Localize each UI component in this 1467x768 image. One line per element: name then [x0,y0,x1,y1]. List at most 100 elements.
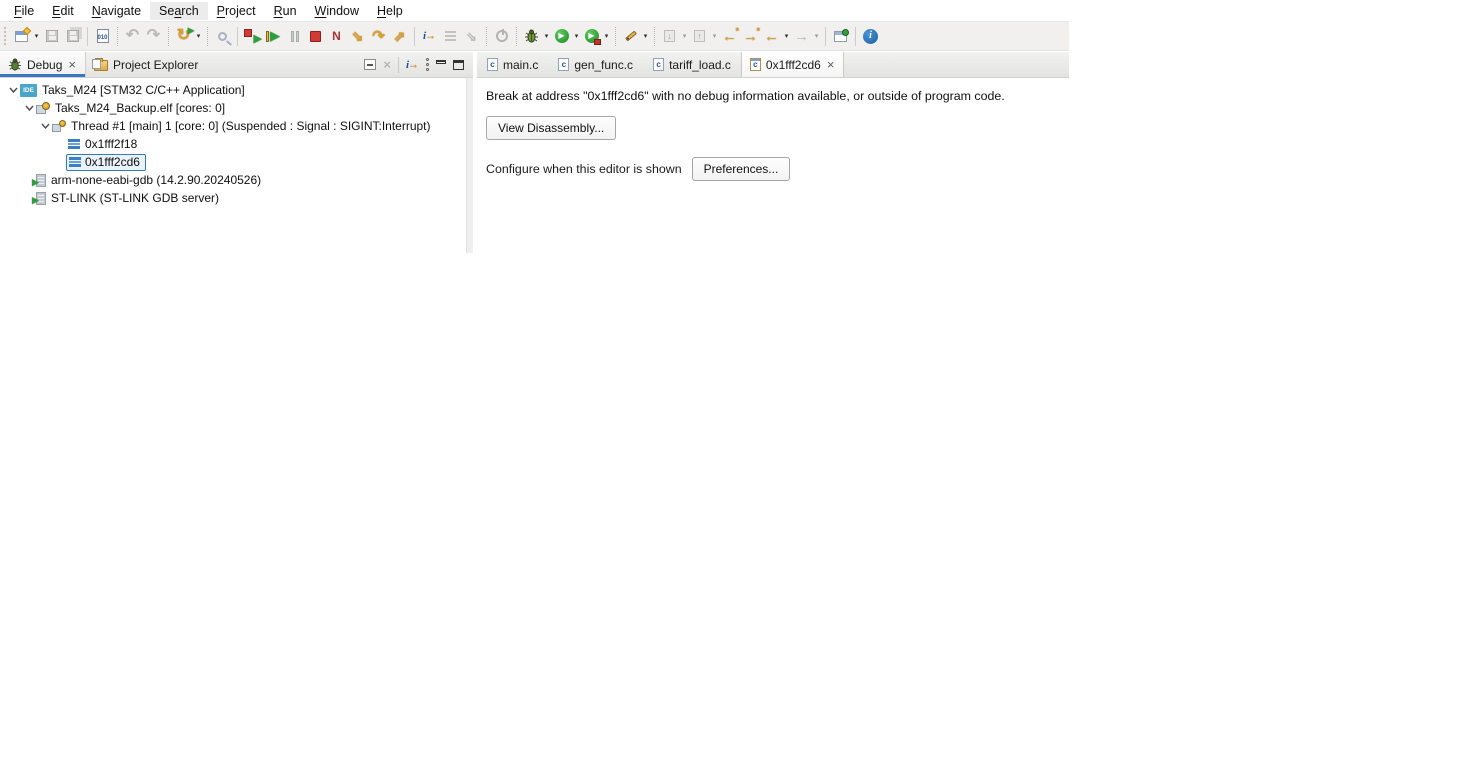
previous-annotation-icon: ↑ [694,30,705,42]
redo-button[interactable]: ↷ [144,27,163,46]
step-return-button[interactable]: ⇗ [390,27,409,46]
save-all-icon [66,30,79,42]
step-filters-button[interactable] [441,27,460,46]
editor-area: c main.c c gen_func.c c tariff_load.c c … [477,52,1069,181]
run-launch-button[interactable]: ▶ [552,27,571,46]
information-button[interactable]: i [861,27,880,46]
selected-frame-box: 0x1fff2cd6 [66,153,146,171]
collapse-all-button[interactable] [364,59,377,70]
debug-bug-icon [525,29,538,42]
save-button[interactable] [42,27,61,46]
save-icon [45,30,58,42]
next-annotation-dropdown[interactable]: ▾ [680,32,689,40]
maximize-view-button[interactable] [453,59,464,70]
forward-button[interactable]: → [792,27,811,46]
search-button[interactable] [213,27,232,46]
restart-button[interactable]: ⇘ [462,27,481,46]
refresh-launch-dropdown[interactable]: ▾ [194,32,203,40]
debug-view-scrollbar[interactable] [466,78,473,253]
menu-edit[interactable]: Edit [43,2,83,20]
back-dropdown[interactable]: ▾ [782,32,791,40]
pin-editor-button[interactable] [831,27,850,46]
next-edit-location-button[interactable]: → * [741,26,760,46]
build-button[interactable]: 010 [93,27,112,46]
connect-target-button[interactable] [492,27,511,46]
run-launch-dropdown[interactable]: ▾ [572,32,581,40]
previous-annotation-button[interactable]: ↑ [690,27,709,46]
terminate-relaunch-button[interactable]: ▶ [243,27,262,46]
resume-button[interactable]: ▶ [264,27,283,46]
next-annotation-icon: ↓ [664,30,675,42]
tab-tariff-load-c[interactable]: c tariff_load.c [643,52,741,77]
new-window-icon [15,26,32,42]
forward-dropdown[interactable]: ▾ [812,32,821,40]
editor-tabbar: c main.c c gen_func.c c tariff_load.c c … [477,52,1069,78]
view-menu-button[interactable] [426,58,429,71]
debug-bug-icon [8,57,22,72]
menu-search[interactable]: Search [150,1,208,20]
tab-debug[interactable]: Debug × [0,52,86,77]
stack-frame-icon [68,139,80,149]
menubar: File Edit Navigate Search Project Run Wi… [0,0,1069,21]
debug-tree: IDE Taks_M24 [STM32 C/C++ Application] T… [0,78,466,207]
step-over-button[interactable]: ↷ [369,27,388,46]
tab-0x1fff2cd6[interactable]: c 0x1fff2cd6 × [740,52,845,77]
menu-project[interactable]: Project [208,2,265,20]
menu-file[interactable]: File [5,2,43,20]
external-tools-button[interactable]: ▶ [582,27,601,46]
break-message: Break at address "0x1fff2cd6" with no de… [486,89,1005,103]
stm32-launch-icon: IDE [20,83,37,97]
stack-frame-icon [69,157,81,167]
remove-all-terminated-button[interactable]: × [383,57,391,72]
external-tools-dropdown[interactable]: ▾ [602,32,611,40]
undo-button[interactable]: ↶ [123,27,142,46]
marker-pen-dropdown[interactable]: ▾ [641,32,650,40]
tree-row-stlink-process[interactable]: ▶ ST-LINK (ST-LINK GDB server) [0,189,466,207]
next-annotation-button[interactable]: ↓ [660,27,679,46]
chevron-expanded-icon[interactable] [6,87,20,93]
chevron-expanded-icon[interactable] [38,123,52,129]
disconnect-button[interactable]: N [327,27,346,46]
c-editor-icon: c [749,58,761,71]
menu-navigate[interactable]: Navigate [83,2,150,20]
menu-help[interactable]: Help [368,2,412,20]
tab-debug-label: Debug [27,57,63,72]
save-all-button[interactable] [63,27,82,46]
tab-project-explorer[interactable]: Project Explorer [86,52,206,77]
instruction-stepping-button[interactable]: i → [420,27,439,46]
tab-gen-func-c-label: gen_func.c [574,57,634,72]
new-wizard-button[interactable] [12,26,32,46]
refresh-launch-button[interactable]: ↻ ▶ [174,26,194,46]
previous-annotation-dropdown[interactable]: ▾ [710,32,719,40]
marker-pen-button[interactable] [621,27,640,46]
tree-row-stack-frame[interactable]: 0x1fff2f18 [0,135,466,153]
tree-row-thread[interactable]: Thread #1 [main] 1 [core: 0] (Suspended … [0,117,466,135]
tree-row-gdb-process[interactable]: ▶ arm-none-eabi-gdb (14.2.90.20240526) [0,171,466,189]
previous-edit-location-button[interactable]: ← * [720,26,739,46]
tab-close-icon[interactable]: × [826,58,836,71]
tree-row-elf[interactable]: Taks_M24_Backup.elf [cores: 0] [0,99,466,117]
tree-row-launch-config[interactable]: IDE Taks_M24 [STM32 C/C++ Application] [0,81,466,99]
new-wizard-dropdown[interactable]: ▾ [32,32,41,40]
debug-launch-button[interactable] [522,27,541,46]
chevron-expanded-icon[interactable] [22,105,36,111]
tree-row-stack-frame-selected[interactable]: 0x1fff2cd6 [0,153,466,171]
debug-launch-dropdown[interactable]: ▾ [542,32,551,40]
power-icon [495,29,508,42]
main-toolbar: ▾ 010 ↶ ↷ ↻ ▶ ▾ ▶ ▶ N ⇘ ↷ ⇗ i → ⇘ ▾ ▶ ▾ … [0,21,1069,51]
terminate-button[interactable] [306,27,325,46]
minimize-view-button[interactable] [436,60,446,64]
menu-run[interactable]: Run [265,2,306,20]
c-file-icon: c [653,58,665,71]
back-button[interactable]: ← [762,27,781,46]
tab-debug-close-icon[interactable]: × [67,58,77,71]
tab-main-c[interactable]: c main.c [477,52,548,77]
c-file-icon: c [558,58,570,71]
suspend-button[interactable] [285,27,304,46]
tab-gen-func-c[interactable]: c gen_func.c [548,52,643,77]
view-instruction-stepping-button[interactable]: i → [406,59,419,71]
view-disassembly-button[interactable]: View Disassembly... [486,116,617,140]
menu-window[interactable]: Window [306,2,368,20]
preferences-button[interactable]: Preferences... [691,157,791,181]
step-into-button[interactable]: ⇘ [348,27,367,46]
